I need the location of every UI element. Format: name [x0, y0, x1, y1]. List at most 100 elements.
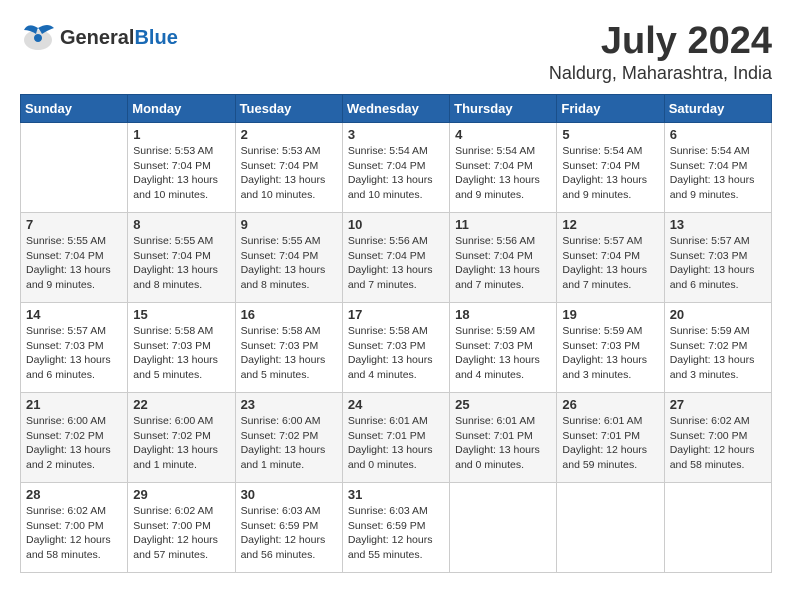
month-year-title: July 2024	[549, 20, 772, 63]
day-info: Sunrise: 6:03 AM Sunset: 6:59 PM Dayligh…	[348, 504, 444, 563]
day-number: 2	[241, 127, 337, 142]
day-number: 16	[241, 307, 337, 322]
calendar-cell: 31Sunrise: 6:03 AM Sunset: 6:59 PM Dayli…	[342, 483, 449, 573]
calendar-cell: 2 Sunrise: 5:53 AM Sunset: 7:04 PM Daylig…	[235, 123, 342, 213]
calendar-week-3: 14 Sunrise: 5:57 AM Sunset: 7:03 PM Dayli…	[21, 303, 772, 393]
day-number: 11	[455, 217, 551, 232]
day-info: Sunrise: 6:02 AM Sunset: 7:00 PM Dayligh…	[26, 504, 122, 563]
day-number: 5	[562, 127, 658, 142]
calendar-cell: 8 Sunrise: 5:55 AM Sunset: 7:04 PM Daylig…	[128, 213, 235, 303]
calendar-cell: 3 Sunrise: 5:54 AM Sunset: 7:04 PM Daylig…	[342, 123, 449, 213]
day-info: Sunrise: 6:01 AM Sunset: 7:01 PM Dayligh…	[562, 414, 658, 473]
day-number: 27	[670, 397, 766, 412]
calendar-cell: 6 Sunrise: 5:54 AM Sunset: 7:04 PM Daylig…	[664, 123, 771, 213]
day-number: 10	[348, 217, 444, 232]
day-info: Sunrise: 5:56 AM Sunset: 7:04 PM Dayligh…	[455, 234, 551, 293]
logo-icon	[20, 20, 56, 56]
day-number: 20	[670, 307, 766, 322]
calendar-cell: 19 Sunrise: 5:59 AM Sunset: 7:03 PM Dayli…	[557, 303, 664, 393]
calendar-cell: 15Sunrise: 5:58 AM Sunset: 7:03 PM Dayli…	[128, 303, 235, 393]
calendar-cell: 11 Sunrise: 5:56 AM Sunset: 7:04 PM Dayli…	[450, 213, 557, 303]
day-number: 12	[562, 217, 658, 232]
calendar-cell: 14 Sunrise: 5:57 AM Sunset: 7:03 PM Dayli…	[21, 303, 128, 393]
title-section: July 2024 Naldurg, Maharashtra, India	[549, 20, 772, 84]
day-info: Sunrise: 5:53 AM Sunset: 7:04 PM Dayligh…	[241, 144, 337, 203]
day-number: 6	[670, 127, 766, 142]
day-info: Sunrise: 5:57 AM Sunset: 7:04 PM Dayligh…	[562, 234, 658, 293]
calendar-cell: 30 Sunrise: 6:03 AM Sunset: 6:59 PM Dayli…	[235, 483, 342, 573]
day-info: Sunrise: 5:59 AM Sunset: 7:03 PM Dayligh…	[455, 324, 551, 383]
calendar-cell: 22 Sunrise: 6:00 AM Sunset: 7:02 PM Dayli…	[128, 393, 235, 483]
day-info: Sunrise: 5:59 AM Sunset: 7:03 PM Dayligh…	[562, 324, 658, 383]
logo-text: GeneralBlue	[60, 27, 178, 50]
calendar-cell: 12 Sunrise: 5:57 AM Sunset: 7:04 PM Dayli…	[557, 213, 664, 303]
day-number: 1	[133, 127, 229, 142]
calendar-cell: 17Sunrise: 5:58 AM Sunset: 7:03 PM Dayli…	[342, 303, 449, 393]
day-number: 8	[133, 217, 229, 232]
calendar-cell: 26Sunrise: 6:01 AM Sunset: 7:01 PM Dayli…	[557, 393, 664, 483]
day-info: Sunrise: 6:00 AM Sunset: 7:02 PM Dayligh…	[241, 414, 337, 473]
calendar-cell: 20 Sunrise: 5:59 AM Sunset: 7:02 PM Dayli…	[664, 303, 771, 393]
day-number: 28	[26, 487, 122, 502]
day-info: Sunrise: 5:54 AM Sunset: 7:04 PM Dayligh…	[562, 144, 658, 203]
calendar-cell	[557, 483, 664, 573]
day-info: Sunrise: 5:59 AM Sunset: 7:02 PM Dayligh…	[670, 324, 766, 383]
logo: GeneralBlue	[20, 20, 178, 56]
day-info: Sunrise: 5:58 AM Sunset: 7:03 PM Dayligh…	[241, 324, 337, 383]
day-info: Sunrise: 5:54 AM Sunset: 7:04 PM Dayligh…	[670, 144, 766, 203]
day-number: 30	[241, 487, 337, 502]
calendar-week-2: 7 Sunrise: 5:55 AM Sunset: 7:04 PM Daylig…	[21, 213, 772, 303]
day-info: Sunrise: 5:56 AM Sunset: 7:04 PM Dayligh…	[348, 234, 444, 293]
calendar-cell: 18Sunrise: 5:59 AM Sunset: 7:03 PM Dayli…	[450, 303, 557, 393]
calendar-cell	[450, 483, 557, 573]
day-number: 7	[26, 217, 122, 232]
day-info: Sunrise: 5:53 AM Sunset: 7:04 PM Dayligh…	[133, 144, 229, 203]
day-number: 29	[133, 487, 229, 502]
calendar-cell	[664, 483, 771, 573]
calendar-cell: 28 Sunrise: 6:02 AM Sunset: 7:00 PM Dayli…	[21, 483, 128, 573]
day-info: Sunrise: 6:01 AM Sunset: 7:01 PM Dayligh…	[348, 414, 444, 473]
day-header-friday: Friday	[557, 95, 664, 123]
day-info: Sunrise: 6:00 AM Sunset: 7:02 PM Dayligh…	[133, 414, 229, 473]
calendar-cell: 5 Sunrise: 5:54 AM Sunset: 7:04 PM Daylig…	[557, 123, 664, 213]
day-header-thursday: Thursday	[450, 95, 557, 123]
day-number: 3	[348, 127, 444, 142]
day-info: Sunrise: 6:03 AM Sunset: 6:59 PM Dayligh…	[241, 504, 337, 563]
day-header-tuesday: Tuesday	[235, 95, 342, 123]
day-number: 14	[26, 307, 122, 322]
calendar-cell	[21, 123, 128, 213]
calendar-cell: 1 Sunrise: 5:53 AM Sunset: 7:04 PM Daylig…	[128, 123, 235, 213]
day-info: Sunrise: 6:00 AM Sunset: 7:02 PM Dayligh…	[26, 414, 122, 473]
day-number: 17	[348, 307, 444, 322]
day-number: 19	[562, 307, 658, 322]
page-header: GeneralBlue July 2024 Naldurg, Maharasht…	[20, 20, 772, 84]
day-info: Sunrise: 5:57 AM Sunset: 7:03 PM Dayligh…	[26, 324, 122, 383]
day-info: Sunrise: 5:55 AM Sunset: 7:04 PM Dayligh…	[133, 234, 229, 293]
calendar-cell: 25 Sunrise: 6:01 AM Sunset: 7:01 PM Dayli…	[450, 393, 557, 483]
location-subtitle: Naldurg, Maharashtra, India	[549, 63, 772, 84]
day-info: Sunrise: 6:02 AM Sunset: 7:00 PM Dayligh…	[670, 414, 766, 473]
day-info: Sunrise: 6:02 AM Sunset: 7:00 PM Dayligh…	[133, 504, 229, 563]
calendar-cell: 4 Sunrise: 5:54 AM Sunset: 7:04 PM Daylig…	[450, 123, 557, 213]
calendar-cell: 24 Sunrise: 6:01 AM Sunset: 7:01 PM Dayli…	[342, 393, 449, 483]
day-info: Sunrise: 6:01 AM Sunset: 7:01 PM Dayligh…	[455, 414, 551, 473]
calendar-cell: 13Sunrise: 5:57 AM Sunset: 7:03 PM Dayli…	[664, 213, 771, 303]
day-info: Sunrise: 5:57 AM Sunset: 7:03 PM Dayligh…	[670, 234, 766, 293]
day-info: Sunrise: 5:54 AM Sunset: 7:04 PM Dayligh…	[348, 144, 444, 203]
calendar-cell: 27 Sunrise: 6:02 AM Sunset: 7:00 PM Dayli…	[664, 393, 771, 483]
day-number: 4	[455, 127, 551, 142]
day-number: 25	[455, 397, 551, 412]
day-number: 21	[26, 397, 122, 412]
calendar-week-5: 28 Sunrise: 6:02 AM Sunset: 7:00 PM Dayli…	[21, 483, 772, 573]
calendar-table: SundayMondayTuesdayWednesdayThursdayFrid…	[20, 94, 772, 573]
day-info: Sunrise: 5:55 AM Sunset: 7:04 PM Dayligh…	[26, 234, 122, 293]
day-info: Sunrise: 5:54 AM Sunset: 7:04 PM Dayligh…	[455, 144, 551, 203]
calendar-cell: 7 Sunrise: 5:55 AM Sunset: 7:04 PM Daylig…	[21, 213, 128, 303]
day-number: 9	[241, 217, 337, 232]
calendar-week-4: 21 Sunrise: 6:00 AM Sunset: 7:02 PM Dayli…	[21, 393, 772, 483]
calendar-cell: 16 Sunrise: 5:58 AM Sunset: 7:03 PM Dayli…	[235, 303, 342, 393]
calendar-cell: 23Sunrise: 6:00 AM Sunset: 7:02 PM Dayli…	[235, 393, 342, 483]
day-number: 22	[133, 397, 229, 412]
day-number: 24	[348, 397, 444, 412]
day-header-monday: Monday	[128, 95, 235, 123]
